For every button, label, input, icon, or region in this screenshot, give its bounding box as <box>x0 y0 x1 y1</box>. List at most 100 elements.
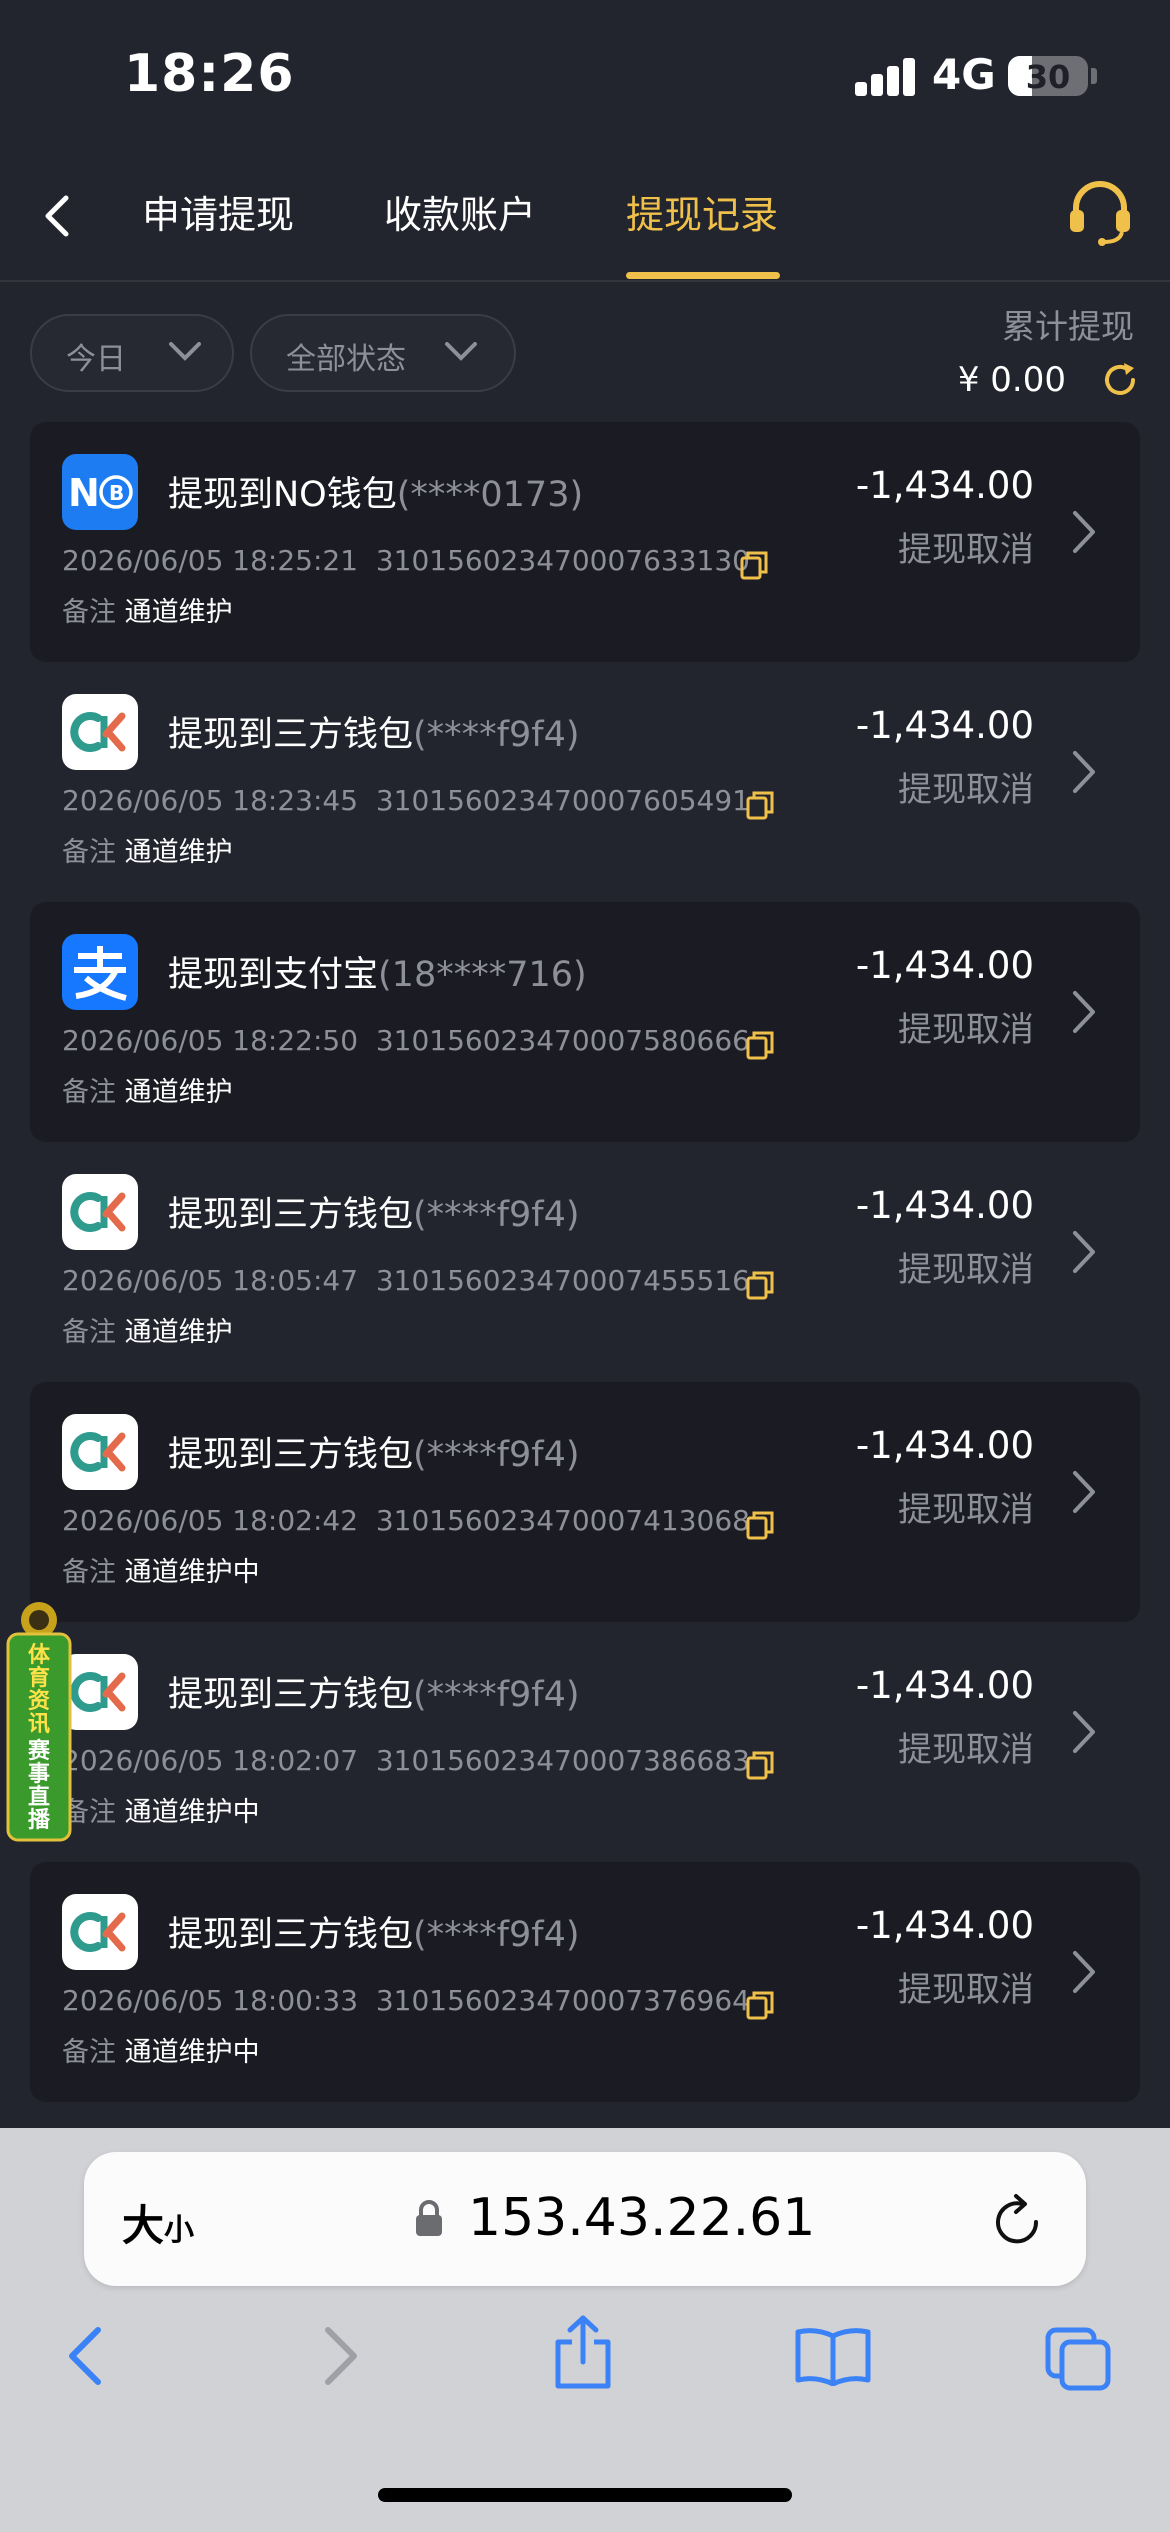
record-note-label: 备注 <box>62 2037 116 2068</box>
withdraw-record-card[interactable]: 提现到三方钱包(****f9f4) 2026/06/05 18:02:07 310… <box>30 1622 1140 1862</box>
copy-icon[interactable] <box>746 1270 774 1300</box>
record-account: (18****716) <box>378 955 587 995</box>
record-destination: 提现到三方钱包 <box>168 1915 414 1955</box>
copy-icon[interactable] <box>746 1750 774 1780</box>
record-status: 提现取消 <box>898 1250 1034 1290</box>
record-account: (****f9f4) <box>413 1915 580 1955</box>
record-order-no: 310156023470007633130 <box>375 544 750 577</box>
tabs-icon[interactable] <box>1044 2326 1114 2392</box>
reload-icon[interactable] <box>992 2192 1044 2248</box>
chevron-right-icon <box>1073 751 1095 793</box>
tab-apply-withdraw[interactable]: 申请提现 <box>142 184 294 239</box>
record-meta: 2026/06/05 18:25:21 31015602347000763313… <box>62 544 750 577</box>
back-icon[interactable] <box>34 186 84 246</box>
record-order-no: 310156023470007413068 <box>375 1504 750 1537</box>
record-note: 备注 通道维护中 <box>62 1550 260 1589</box>
record-note: 备注 通道维护 <box>62 590 233 629</box>
browser-back-icon[interactable] <box>64 2324 108 2388</box>
chevron-right-icon <box>1073 511 1095 553</box>
status-filter-label: 全部状态 <box>286 342 406 377</box>
total-withdraw-amount: ¥ 0.00 <box>957 360 1066 400</box>
status-filter[interactable]: 全部状态 <box>250 314 516 392</box>
chevron-down-icon <box>169 342 201 361</box>
record-title: 提现到NO钱包(****0173) <box>168 466 583 517</box>
record-meta: 2026/06/05 18:02:42 31015602347000741306… <box>62 1504 750 1537</box>
lock-icon <box>416 2200 442 2236</box>
record-destination: 提现到三方钱包 <box>168 1675 414 1715</box>
total-withdraw-label: 累计提现 <box>1002 307 1134 346</box>
record-datetime: 2026/06/05 18:00:33 <box>62 1984 359 2017</box>
browser-forward-icon[interactable] <box>318 2324 362 2388</box>
sports-news-float-banner[interactable]: 体育资讯赛事直播 <box>4 1598 74 1844</box>
withdraw-record-card[interactable]: 提现到三方钱包(****f9f4) 2026/06/05 18:00:33 310… <box>30 1862 1140 2102</box>
record-amount: -1,434.00 <box>855 464 1034 507</box>
headset-icon[interactable] <box>1064 176 1136 248</box>
record-title: 提现到三方钱包(****f9f4) <box>168 1666 580 1717</box>
ck-icon <box>62 694 138 770</box>
chevron-right-icon <box>1073 991 1095 1033</box>
signal-icon <box>855 58 917 96</box>
record-status: 提现取消 <box>898 530 1034 570</box>
share-icon[interactable] <box>552 2314 614 2390</box>
record-note-value: 通道维护中 <box>124 2037 260 2068</box>
record-order-no: 310156023470007605491 <box>375 784 750 817</box>
withdraw-record-card[interactable]: 提现到三方钱包(****f9f4) 2026/06/05 18:02:42 310… <box>30 1382 1140 1622</box>
record-destination: 提现到支付宝 <box>168 955 379 995</box>
record-note: 备注 通道维护 <box>62 1310 233 1349</box>
refresh-icon[interactable] <box>1100 360 1140 400</box>
withdraw-record-card[interactable]: N B 提现到NO钱包(****0173) 2026/06/05 18:25:21 3… <box>30 422 1140 662</box>
record-amount: -1,434.00 <box>855 704 1034 747</box>
record-order-no: 310156023470007386683 <box>375 1744 750 1777</box>
record-status: 提现取消 <box>898 770 1034 810</box>
record-amount: -1,434.00 <box>855 1184 1034 1227</box>
record-title: 提现到三方钱包(****f9f4) <box>168 1906 580 1957</box>
record-note: 备注 通道维护 <box>62 1070 233 1109</box>
copy-icon[interactable] <box>740 550 768 580</box>
copy-icon[interactable] <box>746 1990 774 2020</box>
record-account: (****0173) <box>396 475 584 515</box>
tab-withdraw-records[interactable]: 提现记录 <box>626 184 778 239</box>
record-datetime: 2026/06/05 18:05:47 <box>62 1264 359 1297</box>
address-bar[interactable]: 大小 153.43.22.61 <box>84 2152 1086 2286</box>
status-bar: 18:26 4G 30 <box>0 0 1170 150</box>
chevron-right-icon <box>1073 1231 1095 1273</box>
home-indicator <box>378 2488 792 2502</box>
record-amount: -1,434.00 <box>855 1424 1034 1467</box>
svg-text:N: N <box>68 471 100 515</box>
record-note-value: 通道维护 <box>124 597 233 628</box>
record-meta: 2026/06/05 18:05:47 31015602347000745551… <box>62 1264 750 1297</box>
copy-icon[interactable] <box>746 790 774 820</box>
withdraw-record-card[interactable]: 提现到三方钱包(****f9f4) 2026/06/05 18:05:47 310… <box>30 1142 1140 1382</box>
record-status: 提现取消 <box>898 1010 1034 1050</box>
svg-text:B: B <box>109 481 124 505</box>
network-type: 4G <box>932 50 996 99</box>
record-note-value: 通道维护 <box>124 1317 233 1348</box>
record-amount: -1,434.00 <box>855 944 1034 987</box>
ck-icon <box>62 1414 138 1490</box>
record-note-label: 备注 <box>62 1317 116 1348</box>
text-size-small: 小 <box>164 2213 195 2248</box>
record-title: 提现到三方钱包(****f9f4) <box>168 1426 580 1477</box>
chevron-right-icon <box>1073 1471 1095 1513</box>
browser-toolbar: 大小 153.43.22.61 <box>0 2128 1170 2532</box>
bookmarks-icon[interactable] <box>794 2326 872 2386</box>
tab-receiving-account[interactable]: 收款账户 <box>384 184 536 239</box>
float-ad-char: 体 <box>28 1643 51 1668</box>
record-destination: 提现到三方钱包 <box>168 1195 414 1235</box>
battery-icon: 30 <box>1008 56 1088 96</box>
record-amount: -1,434.00 <box>855 1904 1034 1947</box>
text-size-button[interactable]: 大小 <box>122 2192 194 2253</box>
chevron-down-icon <box>445 342 477 361</box>
withdraw-record-card[interactable]: 提现到三方钱包(****f9f4) 2026/06/05 18:23:45 310… <box>30 662 1140 902</box>
status-time: 18:26 <box>124 44 295 104</box>
record-datetime: 2026/06/05 18:23:45 <box>62 784 359 817</box>
copy-icon[interactable] <box>746 1510 774 1540</box>
record-account: (****f9f4) <box>413 1435 580 1475</box>
record-title: 提现到三方钱包(****f9f4) <box>168 706 580 757</box>
record-account: (****f9f4) <box>413 1195 580 1235</box>
copy-icon[interactable] <box>746 1030 774 1060</box>
record-datetime: 2026/06/05 18:02:07 <box>62 1744 359 1777</box>
date-filter[interactable]: 今日 <box>30 314 234 392</box>
record-meta: 2026/06/05 18:02:07 31015602347000738668… <box>62 1744 750 1777</box>
withdraw-record-card[interactable]: 提现到支付宝(18****716) 2026/06/05 18:22:50 310… <box>30 902 1140 1142</box>
